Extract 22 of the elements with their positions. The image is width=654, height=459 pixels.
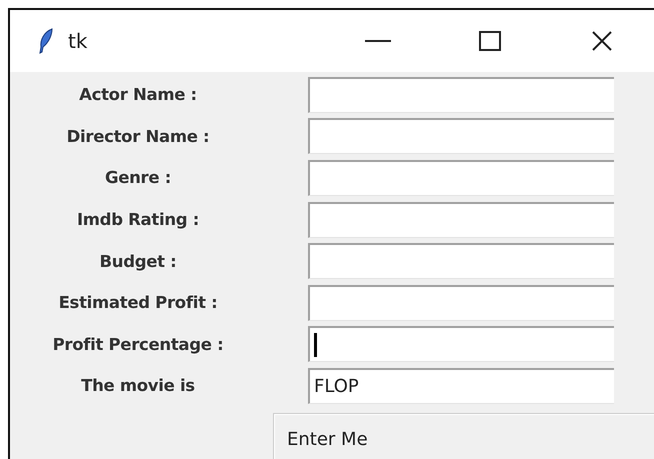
feather-icon [38,28,54,54]
input-field[interactable] [308,202,614,238]
minimize-icon [365,40,391,42]
field-label: Budget : [98,252,178,271]
input-field[interactable] [308,326,614,362]
input-field[interactable] [308,160,614,196]
field-label: The movie is [80,376,196,396]
enter-button[interactable]: Enter Me [273,412,654,459]
maximize-icon [479,31,501,51]
field-label: Genre : [104,168,172,188]
input-field[interactable] [308,76,614,113]
field-label: Profit Percentage : [52,334,224,354]
input-field[interactable] [308,118,614,154]
field-label: Director Name : [66,126,210,146]
field-label: Actor Name : [78,85,198,104]
input-field[interactable] [308,243,614,280]
field-label: Estimated Profit : [58,293,218,312]
close-icon [591,30,613,52]
input-field[interactable]: FLOP [308,368,614,404]
field-label: Imdb Rating : [76,210,200,230]
window-title: tk [68,29,88,53]
input-field[interactable] [308,284,614,321]
